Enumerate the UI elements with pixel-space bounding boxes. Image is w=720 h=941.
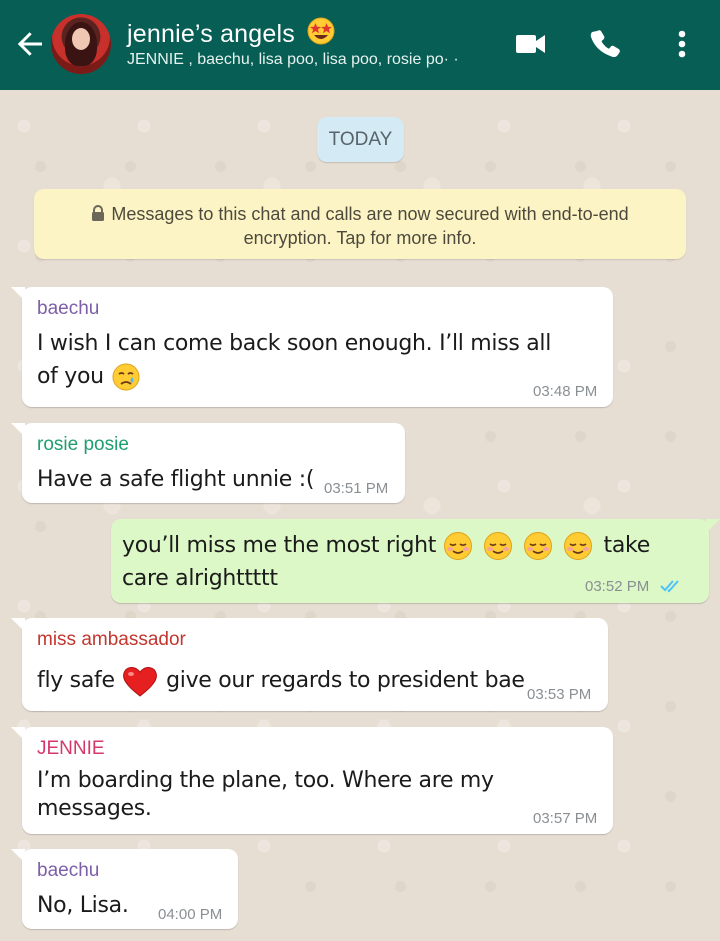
message-time: 03:57 PM (533, 810, 598, 827)
group-title[interactable]: jennie’s angels (127, 16, 336, 49)
message-bubble[interactable]: baechu I wish I can come back soon enoug… (11, 287, 613, 407)
message-text: I’m boarding the plane, too. Where are m… (37, 768, 494, 821)
message-sender: baechu (37, 298, 100, 319)
message-bubble[interactable]: rosie posie Have a safe flight unnie :( … (11, 423, 405, 503)
voice-call-icon[interactable] (584, 22, 628, 66)
crying-face-emoji-icon (112, 363, 140, 391)
date-chip: TODAY (317, 117, 404, 162)
lock-icon (92, 205, 105, 221)
message-bubble-outgoing[interactable]: you’ll miss me the most right take care … (111, 519, 720, 603)
message-sender: baechu (37, 860, 100, 881)
message-time: 03:48 PM (533, 383, 598, 400)
chat-header: jennie’s angels JENNIE , baechu, lisa po… (0, 0, 720, 90)
group-members[interactable]: JENNIE , baechu, lisa poo, lisa poo, ros… (127, 51, 459, 69)
star-struck-emoji-icon (307, 17, 335, 45)
encryption-notice[interactable]: Messages to this chat and calls are now … (34, 189, 686, 259)
message-time: 03:52 PM (585, 578, 650, 595)
message-time: 03:51 PM (324, 480, 389, 497)
read-receipt-icon (660, 580, 679, 593)
message-time: 03:53 PM (527, 686, 592, 703)
message-sender: rosie posie (37, 434, 129, 455)
message-text: No, Lisa. (37, 893, 129, 918)
red-heart-emoji-icon (123, 667, 158, 697)
message-text: Have a safe flight unnie :( (37, 467, 315, 492)
message-sender: miss ambassador (37, 629, 186, 650)
video-call-icon[interactable] (508, 22, 552, 66)
message-time: 04:00 PM (158, 906, 223, 923)
message-bubble[interactable]: miss ambassador fly safe give our regard… (11, 618, 608, 711)
message-sender: JENNIE (37, 738, 105, 759)
message-text: I wish I can come back soon enough. I’ll… (37, 327, 577, 393)
group-avatar[interactable] (51, 14, 111, 74)
encryption-notice-text: Messages to this chat and calls are now … (111, 204, 629, 248)
back-arrow-icon[interactable] (12, 26, 48, 62)
more-options-icon[interactable] (660, 22, 704, 66)
smiling-face-emoji-icon (443, 531, 593, 561)
message-bubble[interactable]: JENNIE I’m boarding the plane, too. Wher… (11, 727, 613, 834)
message-bubble[interactable]: baechu No, Lisa. 04:00 PM (11, 849, 238, 929)
message-text: fly safe give our regards to president b… (37, 664, 557, 698)
